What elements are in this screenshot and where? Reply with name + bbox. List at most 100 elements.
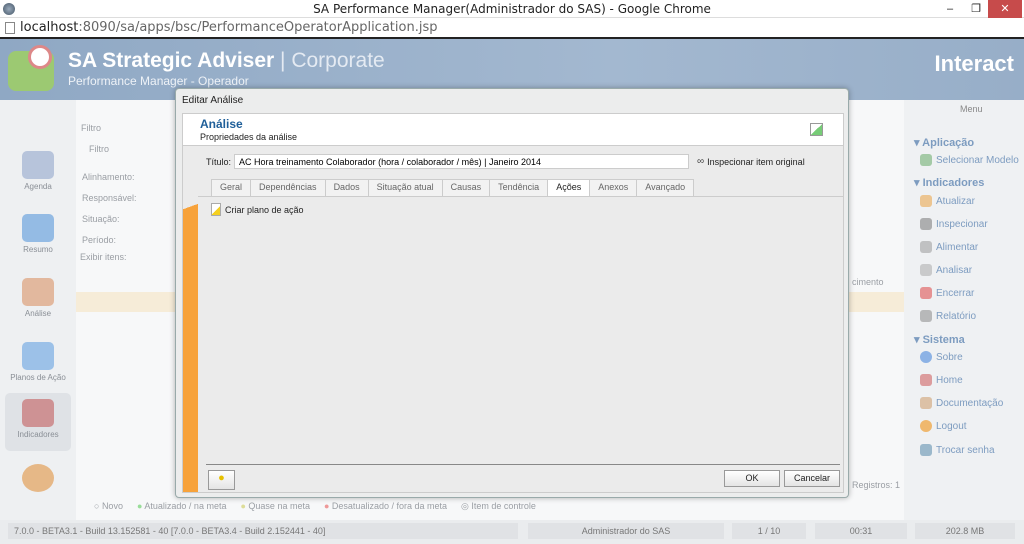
tab-tendencia[interactable]: Tendência (489, 179, 549, 196)
indicadores-icon (22, 399, 54, 427)
ok-button[interactable]: OK (724, 470, 780, 487)
resumo-icon (22, 214, 54, 242)
tab-anexos[interactable]: Anexos (589, 179, 638, 196)
app-name: SA Strategic Adviser (68, 49, 275, 72)
feed-icon (920, 241, 932, 253)
url-path: :8090/sa/apps/bsc/PerformanceOperatorApp… (78, 20, 438, 35)
minimize-button[interactable]: – (936, 0, 964, 18)
refresh-icon (920, 195, 932, 207)
create-action-plan-link[interactable]: Criar plano de ação (211, 203, 304, 216)
menu-item-alimentar[interactable]: Alimentar (920, 241, 978, 253)
logout-icon (920, 420, 932, 432)
close-button[interactable]: ✕ (988, 0, 1022, 18)
docs-icon (920, 397, 932, 409)
dialog-header: Análise Propriedades da análise (183, 114, 843, 146)
menu-item-home[interactable]: Home (920, 374, 963, 386)
clock-icon (28, 45, 52, 69)
info-icon (920, 351, 932, 363)
left-sidebar: Agenda Resumo Análise Planos de Ação Ind… (0, 100, 76, 520)
filter-title: Filtro (81, 123, 101, 133)
briefcase-icon (920, 287, 932, 299)
menu-item-sobre[interactable]: Sobre (920, 351, 963, 363)
legend-atualizado: ● Atualizado / na meta (136, 501, 227, 511)
user-key-icon (920, 444, 932, 456)
menu-item-trocar-senha[interactable]: Trocar senha (920, 444, 995, 456)
dialog-body: Análise Propriedades da análise Título: … (182, 113, 844, 493)
sidebar-item-indicadores[interactable]: Indicadores (5, 393, 71, 451)
menu-section-indicadores[interactable]: ▾ Indicadores (914, 176, 984, 189)
report-icon (920, 310, 932, 322)
records-count: Registros: 1 (852, 480, 901, 490)
address-bar[interactable]: localhost:8090/sa/apps/bsc/PerformanceOp… (0, 18, 1024, 39)
legend-item-controle: ◎ Item de controle (461, 501, 536, 511)
sidebar-item-resumo[interactable]: Resumo (5, 208, 71, 266)
legend-novo: ○ Novo (94, 501, 123, 511)
glasses-icon (920, 218, 932, 230)
filter-tab[interactable]: Filtro (89, 144, 109, 154)
menu-item-encerrar[interactable]: Encerrar (920, 287, 974, 299)
sidebar-label: Resumo (23, 245, 53, 254)
version-info: 7.0.0 - BETA3.1 - Build 13.152581 - 40 [… (8, 523, 518, 539)
column-header: cimento (852, 277, 884, 287)
app-edition: | Corporate (280, 49, 385, 72)
legend-quase: ● Quase na meta (240, 501, 310, 511)
menu-label: Menu (960, 104, 983, 114)
tab-causas[interactable]: Causas (441, 179, 491, 196)
menu-item-inspecionar[interactable]: Inspecionar (920, 218, 988, 230)
menu-item-atualizar[interactable]: Atualizar (920, 195, 975, 207)
sidebar-item-analise[interactable]: Análise (5, 272, 71, 330)
app-subtitle: Performance Manager - Operador (68, 74, 249, 88)
restore-button[interactable]: ❐ (962, 0, 990, 18)
legend-desatualizado: ● Desatualizado / fora da meta (323, 501, 447, 511)
tab-geral[interactable]: Geral (211, 179, 252, 196)
new-document-icon (211, 203, 221, 216)
sidebar-label: Indicadores (17, 430, 59, 439)
menu-item-relatorio[interactable]: Relatório (920, 310, 976, 322)
tab-avancado[interactable]: Avançado (636, 179, 695, 196)
home-icon (920, 374, 932, 386)
analyze-icon (920, 264, 932, 276)
tab-content: Criar plano de ação (198, 196, 843, 464)
title-label: Título: (206, 157, 232, 167)
title-input[interactable] (234, 154, 689, 169)
analise-icon (22, 278, 54, 306)
menu-item-documentacao[interactable]: Documentação (920, 397, 1003, 409)
page-icon (5, 22, 15, 34)
footer-divider (206, 464, 840, 465)
field-label: Situação: (82, 214, 120, 224)
glasses-icon: ∞ (697, 156, 705, 167)
tab-acoes[interactable]: Ações (547, 179, 591, 196)
menu-section-sistema[interactable]: ▾ Sistema (914, 333, 965, 346)
dialog-heading: Análise (200, 117, 243, 131)
tips-button[interactable]: ● (208, 470, 235, 490)
menu-section-aplicacao[interactable]: ▾ Aplicação (914, 136, 974, 149)
lightbulb-icon: ● (218, 472, 225, 484)
menu-item-analisar[interactable]: Analisar (920, 264, 972, 276)
menu-item-logout[interactable]: Logout (920, 420, 967, 432)
tab-bar: Geral Dependências Dados Situação atual … (211, 179, 695, 196)
cancel-button[interactable]: Cancelar (784, 470, 840, 487)
status-memory: 202.8 MB (915, 523, 1015, 539)
field-label: Alinhamento: (82, 172, 135, 182)
dialog-subheading: Propriedades da análise (200, 132, 298, 142)
tab-dados[interactable]: Dados (324, 179, 369, 196)
window-title: SA Performance Manager(Administrador do … (313, 2, 711, 16)
tab-dependencias[interactable]: Dependências (250, 179, 326, 196)
sidebar-item-agenda[interactable]: Agenda (5, 145, 71, 203)
status-bar: 7.0.0 - BETA3.1 - Build 13.152581 - 40 [… (0, 520, 1024, 544)
field-label: Responsável: (82, 193, 137, 203)
sidebar-item-planos[interactable]: Planos de Ação (5, 336, 71, 394)
right-menu: Menu ▾ Aplicação Selecionar Modelo ▾ Ind… (904, 100, 1024, 520)
inspect-original-link[interactable]: ∞ Inspecionar item original (697, 156, 805, 167)
sidebar-label: Planos de Ação (10, 373, 66, 382)
sidebar-item-clock[interactable] (5, 458, 71, 516)
tab-situacao-atual[interactable]: Situação atual (367, 179, 443, 196)
edit-analysis-dialog: Editar Análise Análise Propriedades da a… (175, 88, 849, 498)
legend: ○ Novo ● Atualizado / na meta ● Quase na… (94, 501, 536, 512)
status-pages: 1 / 10 (732, 523, 806, 539)
field-label: Exibir itens: (80, 252, 127, 262)
menu-item-selecionar-modelo[interactable]: Selecionar Modelo (920, 154, 1019, 166)
dialog-title: Editar Análise (182, 95, 244, 106)
inspect-label: Inspecionar item original (707, 156, 805, 167)
sidebar-label: Análise (24, 309, 52, 318)
